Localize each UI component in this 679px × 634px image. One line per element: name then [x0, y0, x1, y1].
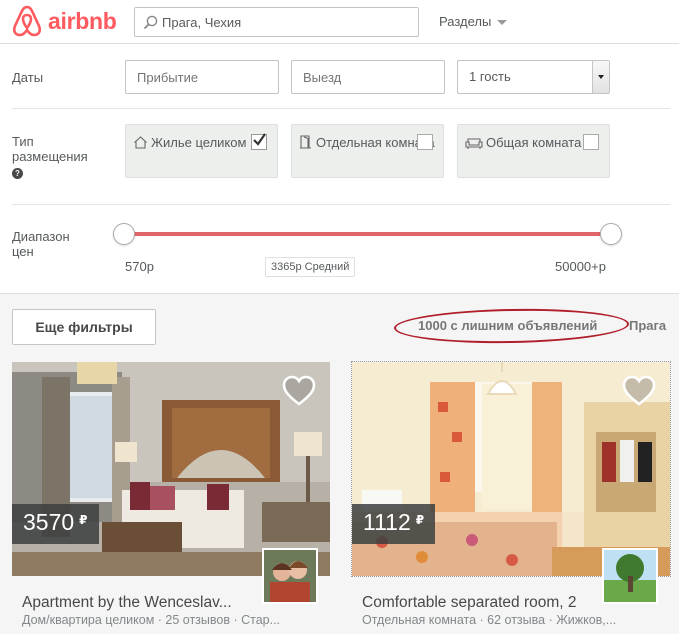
- checkmark-icon: [253, 133, 266, 146]
- help-icon[interactable]: ?: [12, 168, 23, 179]
- listing-price: 3570: [23, 509, 75, 535]
- dates-label: Даты: [12, 70, 44, 85]
- dropdown-arrow-icon: [598, 75, 604, 79]
- results-city: Прага: [629, 318, 667, 333]
- host-avatar-image: [604, 550, 656, 602]
- logo-text: airbnb: [48, 7, 117, 34]
- top-header: airbnb Разделы: [0, 0, 679, 44]
- listing-photo[interactable]: 1112 ₽: [351, 361, 671, 577]
- listing-price-tag: 1112 ₽: [352, 504, 436, 544]
- host-avatar-image: [264, 550, 316, 602]
- location-search-box[interactable]: [134, 7, 419, 37]
- room-type-label-entire: Жилье целиком: [151, 135, 247, 150]
- checkout-input[interactable]: [303, 61, 444, 93]
- price-slider-max-handle[interactable]: [600, 223, 622, 245]
- room-type-private-room[interactable]: Отдельная комната: [291, 124, 444, 178]
- price-average-tag: 3365р Средний: [265, 257, 356, 277]
- guests-select[interactable]: 1 гость: [457, 60, 610, 94]
- guests-dropdown-button[interactable]: [592, 61, 609, 93]
- airbnb-logo[interactable]: airbnb: [12, 5, 117, 37]
- room-type-entire-home[interactable]: Жилье целиком: [125, 124, 278, 178]
- filter-panel: Даты 1 гость Тип размещения ? Жилье цели…: [0, 45, 679, 293]
- heart-icon[interactable]: [622, 375, 656, 407]
- price-max-label: 50000+р: [555, 259, 606, 274]
- guests-value: 1 гость: [469, 69, 511, 84]
- search-icon: [143, 15, 158, 29]
- results-section: Еще фильтры 1000 с лишним объявлений Пра…: [0, 293, 679, 634]
- sofa-icon: [465, 137, 483, 153]
- listing-photo[interactable]: 3570 ₽: [12, 362, 330, 576]
- private-room-checkbox[interactable]: [417, 134, 433, 150]
- more-filters-button[interactable]: Еще фильтры: [12, 309, 156, 345]
- room-type-shared-room[interactable]: Общая комната: [457, 124, 610, 178]
- divider: [12, 108, 670, 109]
- listing-price-tag: 3570 ₽: [12, 504, 99, 544]
- listing-card[interactable]: 3570 ₽ Apartment by the Wenceslav... Дом…: [12, 362, 330, 627]
- heart-icon[interactable]: [282, 375, 316, 407]
- house-icon: [133, 136, 148, 153]
- room-type-label-text: Тип размещения: [12, 134, 88, 164]
- listing-card[interactable]: 1112 ₽ Comfortable separated room, 2 Отд…: [351, 361, 671, 627]
- results-count: 1000 с лишним объявлений: [418, 318, 598, 333]
- location-search-input[interactable]: [162, 14, 402, 30]
- entire-home-checkbox[interactable]: [251, 133, 267, 150]
- price-slider-track[interactable]: [125, 232, 612, 236]
- chevron-down-icon: [497, 20, 508, 25]
- checkout-field[interactable]: [291, 60, 445, 94]
- room-type-label-shared: Общая комната: [486, 135, 582, 150]
- listing-subtitle: Дом/квартира целиком · 25 отзывов · Стар…: [22, 613, 281, 627]
- divider: [12, 204, 670, 205]
- listing-title[interactable]: Apartment by the Wenceslav...: [22, 594, 232, 612]
- price-min-label: 570р: [125, 259, 154, 274]
- sections-label: Разделы: [439, 14, 492, 29]
- price-slider-min-handle[interactable]: [113, 223, 135, 245]
- sections-menu[interactable]: Разделы: [439, 14, 508, 29]
- checkin-input[interactable]: [137, 61, 278, 93]
- host-avatar[interactable]: [262, 548, 318, 604]
- shared-room-checkbox[interactable]: [583, 134, 599, 150]
- room-type-label: Тип размещения ?: [12, 134, 112, 179]
- host-avatar[interactable]: [602, 548, 658, 604]
- listing-subtitle: Отдельная комната · 62 отзыва · Жижков,.…: [362, 613, 617, 627]
- airbnb-logo-icon: [12, 5, 42, 37]
- door-icon: [299, 135, 313, 153]
- currency-symbol: ₽: [79, 513, 88, 527]
- checkin-field[interactable]: [125, 60, 279, 94]
- price-range-label: Диапазон цен: [12, 229, 70, 259]
- currency-symbol: ₽: [415, 513, 425, 527]
- listing-price: 1112: [363, 509, 411, 535]
- listing-title[interactable]: Comfortable separated room, 2: [362, 594, 577, 612]
